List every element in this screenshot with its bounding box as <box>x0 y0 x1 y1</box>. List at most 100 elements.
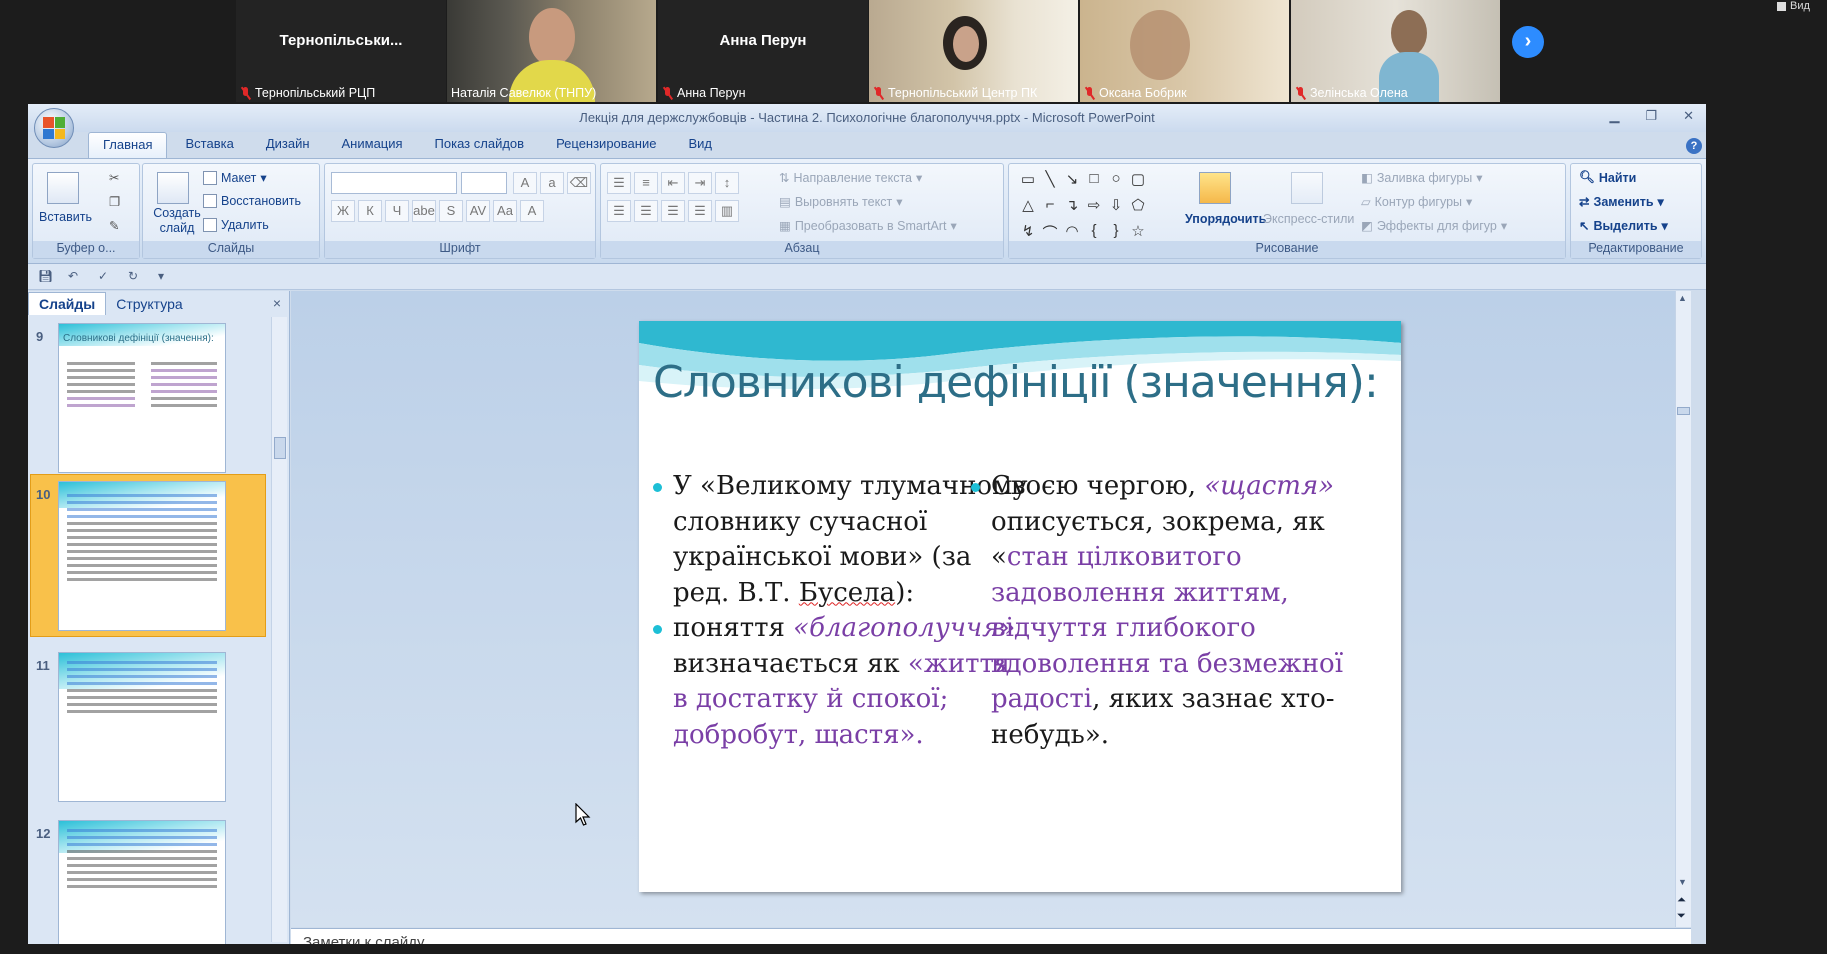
align-left-button[interactable]: ☰ <box>607 200 631 222</box>
tab-outline[interactable]: Структура <box>106 293 192 315</box>
rectangle-shape-icon[interactable]: □ <box>1083 170 1105 196</box>
copy-icon[interactable]: ❐ <box>109 194 120 209</box>
find-button[interactable]: 🔍︎ Найти <box>1579 170 1636 185</box>
view-button[interactable]: Вид <box>1777 0 1810 12</box>
replace-button[interactable]: ⇄ Заменить ▾ <box>1579 194 1664 210</box>
paste-icon <box>47 172 79 204</box>
line-spacing-button[interactable]: ↕ <box>715 172 739 194</box>
connector-shape-icon[interactable]: ⌐ <box>1039 196 1061 222</box>
rounded-rect-shape-icon[interactable]: ▢ <box>1127 170 1149 196</box>
notes-pane[interactable]: Заметки к слайду <box>291 928 1691 944</box>
line-shape-icon[interactable]: ╲ <box>1039 170 1061 196</box>
bullets-button[interactable]: ☰ <box>607 172 631 194</box>
reset-button[interactable]: Восстановить <box>203 194 301 208</box>
participant-tile[interactable]: Анна Перун Анна Перун <box>658 0 868 102</box>
scrollbar-thumb[interactable] <box>1677 407 1690 415</box>
case-button[interactable]: Aa <box>493 200 517 222</box>
shape-effects-button[interactable]: ◩ Эффекты для фигур ▾ <box>1361 218 1507 234</box>
participant-tile[interactable]: Тернопільськи... Тернопільський РЦП <box>236 0 446 102</box>
scroll-down-icon[interactable]: ▼ <box>1678 877 1687 887</box>
participant-tile[interactable]: Зелінська Олена <box>1291 0 1500 102</box>
font-format-buttons: Ж К Ч abe S AV Aa A <box>331 200 544 222</box>
participant-strip: Тернопільськи... Тернопільський РЦП Ната… <box>0 0 1827 102</box>
slide-scrollbar[interactable]: ▲ ▼ ⏶ ⏷ <box>1675 291 1691 927</box>
tab-insert[interactable]: Вставка <box>171 132 247 158</box>
participant-tile[interactable]: Тернопільський Центр ПК <box>869 0 1078 102</box>
tab-slideshow[interactable]: Показ слайдов <box>421 132 539 158</box>
next-slide-icon[interactable]: ⏷ <box>1677 910 1686 923</box>
current-slide[interactable]: Словникові дефініції (значення): У «Вели… <box>639 321 1401 892</box>
paste-button[interactable]: Вставить <box>39 210 92 224</box>
participant-name: Анна Перун <box>677 86 746 100</box>
numbering-button[interactable]: ≡ <box>634 172 658 194</box>
underline-button[interactable]: Ч <box>385 200 409 222</box>
justify-button[interactable]: ☰ <box>688 200 712 222</box>
participant-tile-active-speaker[interactable]: Наталія Савелюк (ТНПУ) <box>447 0 656 102</box>
tab-design[interactable]: Дизайн <box>252 132 324 158</box>
oval-shape-icon[interactable]: ○ <box>1105 170 1127 196</box>
office-button[interactable] <box>34 108 74 148</box>
tab-slides[interactable]: Слайды <box>28 292 107 315</box>
grow-font-button[interactable]: A <box>513 172 537 194</box>
cut-icon[interactable]: ✂ <box>109 170 119 185</box>
save-icon[interactable]: 💾︎ <box>38 269 54 285</box>
strikethrough-button[interactable]: abe <box>412 200 436 222</box>
decrease-indent-button[interactable]: ⇤ <box>661 172 685 194</box>
arrange-button[interactable]: Упорядочить <box>1185 212 1266 226</box>
down-arrow-shape-icon[interactable]: ⇩ <box>1105 196 1127 222</box>
pentagon-shape-icon[interactable]: ⬠ <box>1127 196 1149 222</box>
tab-animation[interactable]: Анимация <box>328 132 417 158</box>
select-button[interactable]: ↖ Выделить ▾ <box>1579 218 1668 234</box>
right-column[interactable]: Своєю чергою, «щастя» описується, зокрем… <box>969 469 1389 753</box>
delete-slide-button[interactable]: Удалить <box>203 218 269 232</box>
spellcheck-icon[interactable]: ✓ <box>98 269 114 285</box>
align-text-button[interactable]: ▤ Выровнять текст ▾ <box>779 194 902 210</box>
shrink-font-button[interactable]: a <box>540 172 564 194</box>
tab-review[interactable]: Рецензирование <box>542 132 670 158</box>
close-button[interactable]: ✕ <box>1683 108 1694 124</box>
font-color-button[interactable]: A <box>520 200 544 222</box>
text-direction-button[interactable]: ⇅ Направление текста ▾ <box>779 170 922 186</box>
shadow-button[interactable]: S <box>439 200 463 222</box>
right-arrow-shape-icon[interactable]: ⇨ <box>1083 196 1105 222</box>
textbox-shape-icon[interactable]: ▭ <box>1017 170 1039 196</box>
thumbnail-scrollbar[interactable] <box>271 317 287 942</box>
scrollbar-thumb[interactable] <box>274 437 286 459</box>
bold-button[interactable]: Ж <box>331 200 355 222</box>
shape-outline-button[interactable]: ▱ Контур фигуры ▾ <box>1361 194 1472 210</box>
participant-tile[interactable]: Оксана Бобрик <box>1080 0 1289 102</box>
scroll-up-icon[interactable]: ▲ <box>1678 293 1687 303</box>
help-icon[interactable]: ? <box>1686 138 1702 154</box>
slide-title[interactable]: Словникові дефініції (значення): <box>653 357 1393 408</box>
customize-qat-icon[interactable]: ▾ <box>158 269 174 285</box>
font-name-combo[interactable] <box>331 172 457 194</box>
clear-format-button[interactable]: ⌫ <box>567 172 591 194</box>
align-right-button[interactable]: ☰ <box>661 200 685 222</box>
arrow-line-shape-icon[interactable]: ↘ <box>1061 170 1083 196</box>
close-pane-icon[interactable]: × <box>273 295 281 311</box>
increase-indent-button[interactable]: ⇥ <box>688 172 712 194</box>
new-slide-button[interactable]: Создать слайд <box>147 206 207 236</box>
elbow-shape-icon[interactable]: ↴ <box>1061 196 1083 222</box>
font-size-combo[interactable] <box>461 172 507 194</box>
tab-home[interactable]: Главная <box>88 132 168 158</box>
smartart-label: Преобразовать в SmartArt <box>794 218 947 233</box>
tab-view[interactable]: Вид <box>674 132 726 158</box>
italic-button[interactable]: К <box>358 200 382 222</box>
shapes-gallery[interactable]: ▭ ╲ ↘ □ ○ ▢ △ ⌐ ↴ ⇨ ⇩ ⬠ ↯ ⌒ ◠{} ☆ <box>1017 170 1149 248</box>
spacing-button[interactable]: AV <box>466 200 490 222</box>
columns-button[interactable]: ▥ <box>715 200 739 222</box>
quick-styles-button[interactable]: Экспресс-стили <box>1263 212 1354 226</box>
format-painter-icon[interactable]: ✎ <box>109 218 119 233</box>
smartart-button[interactable]: ▦ Преобразовать в SmartArt ▾ <box>779 218 957 234</box>
redo-icon[interactable]: ↻ <box>128 269 144 285</box>
undo-icon[interactable]: ↶ <box>68 269 84 285</box>
minimize-button[interactable]: ▁ <box>1609 108 1619 124</box>
previous-slide-icon[interactable]: ⏶ <box>1677 894 1686 907</box>
layout-button[interactable]: Макет ▾ <box>203 170 267 185</box>
triangle-shape-icon[interactable]: △ <box>1017 196 1039 222</box>
next-page-button[interactable]: › <box>1512 26 1544 58</box>
restore-button[interactable]: ❐ <box>1645 108 1657 124</box>
align-center-button[interactable]: ☰ <box>634 200 658 222</box>
shape-fill-button[interactable]: ◧ Заливка фигуры ▾ <box>1361 170 1483 186</box>
